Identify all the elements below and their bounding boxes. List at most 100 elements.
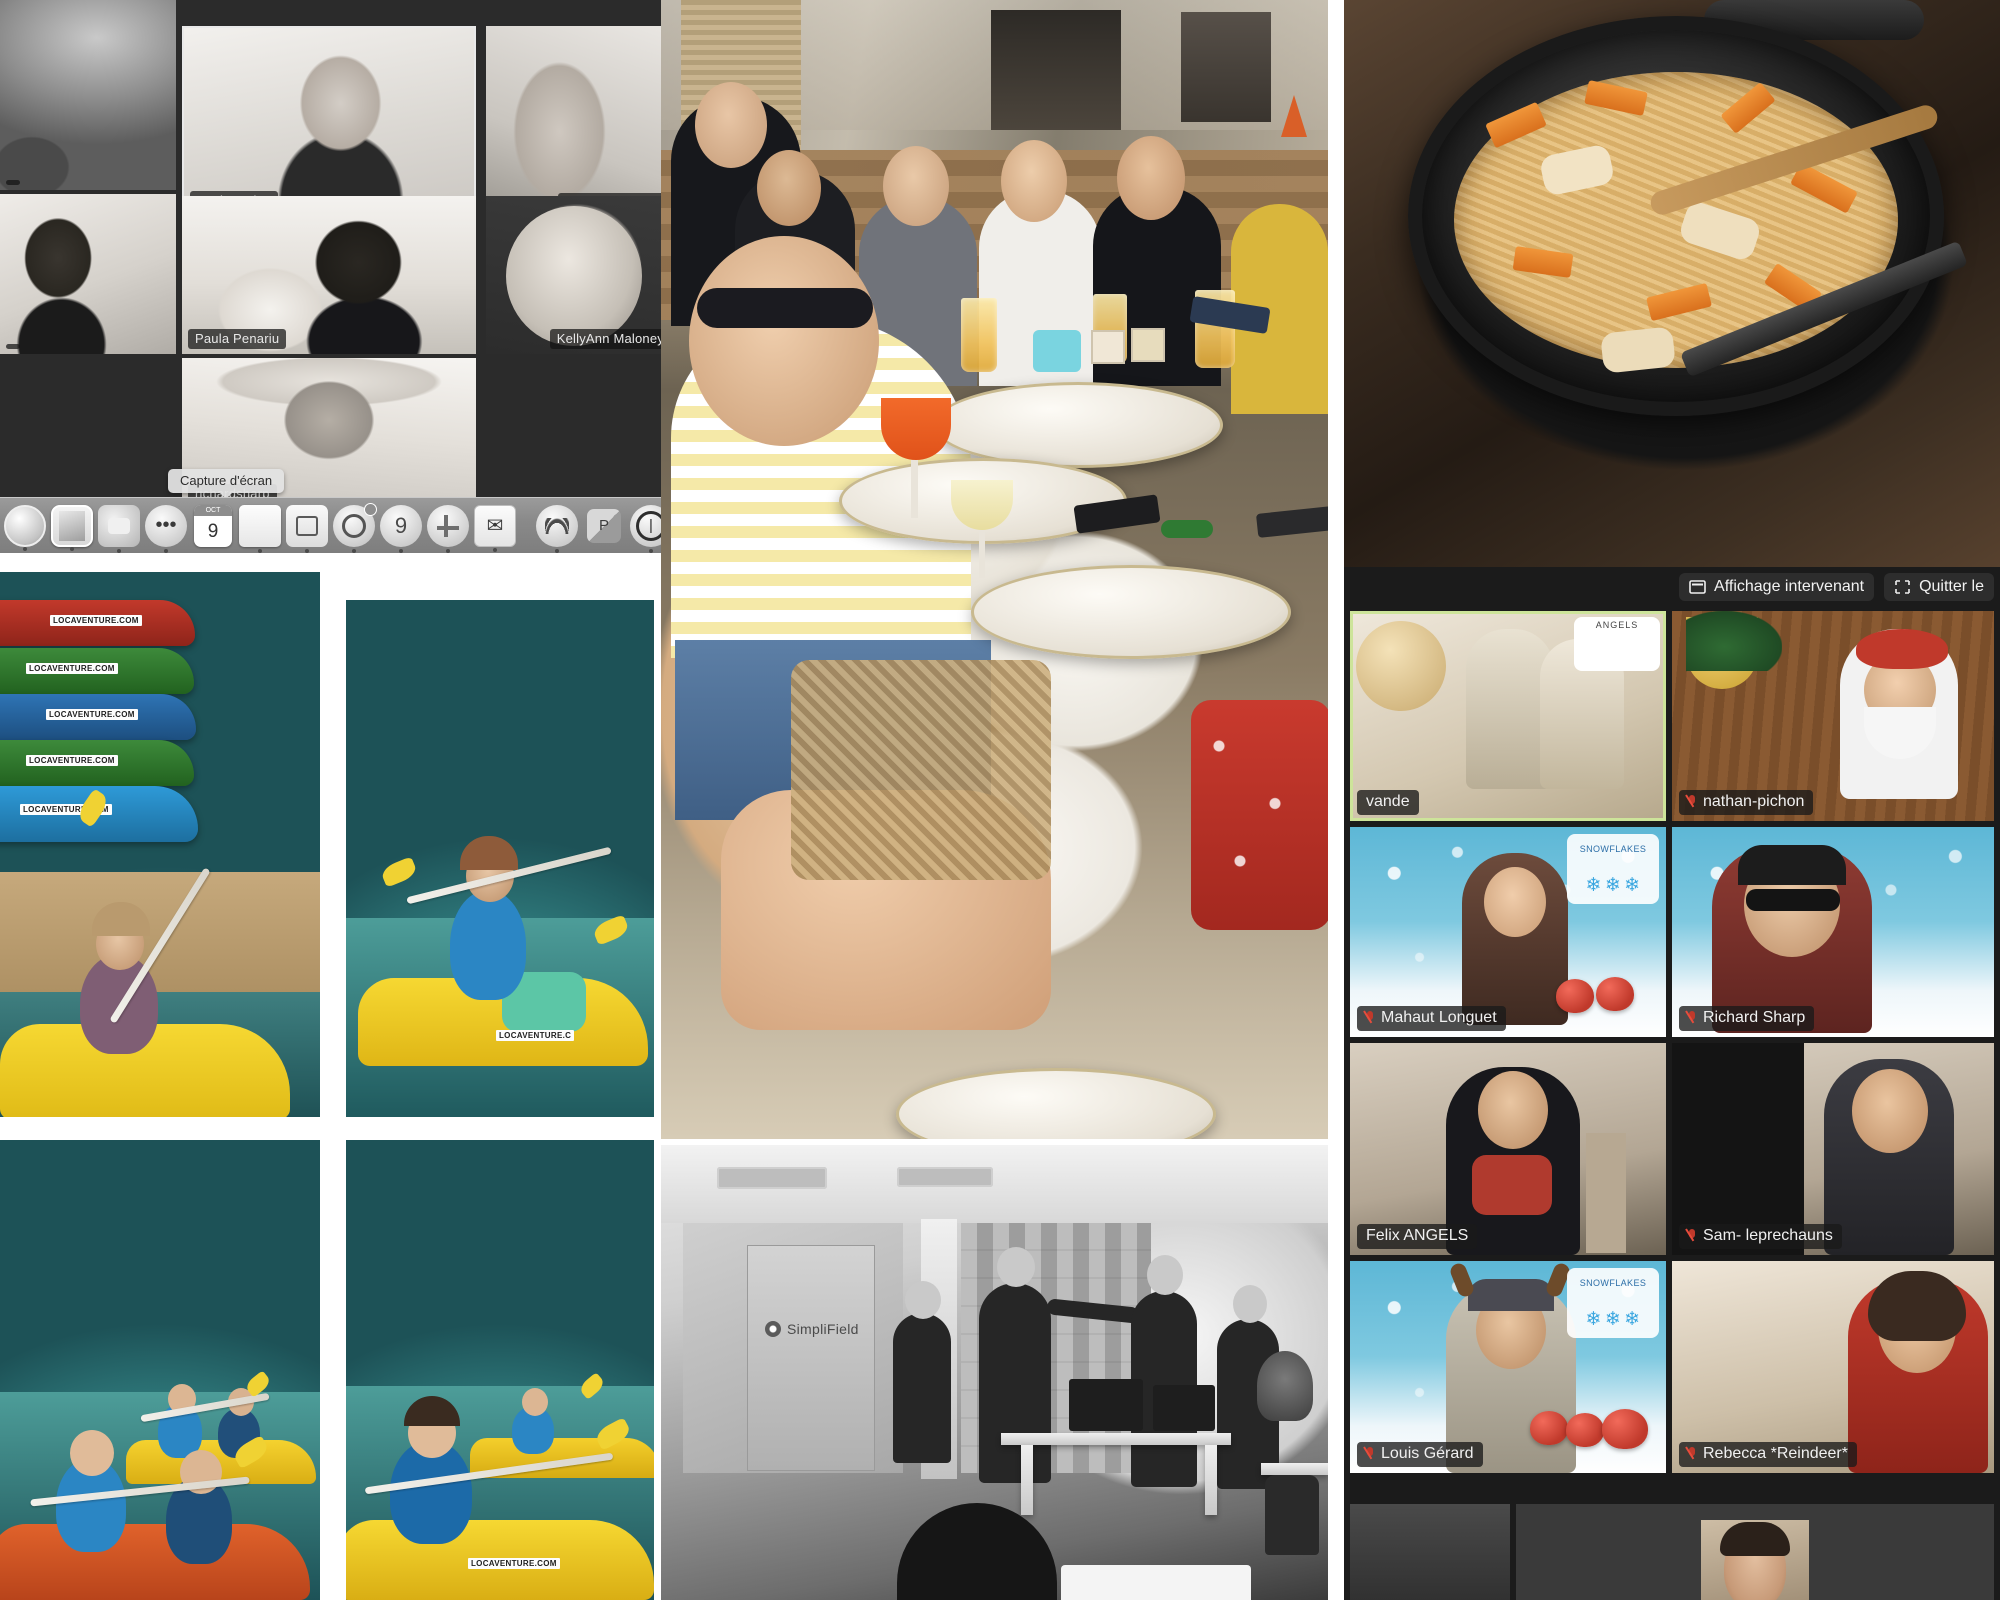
calendar-icon[interactable]: OCT 9	[192, 504, 234, 547]
snowball	[1556, 979, 1594, 1013]
foreground-person	[897, 1503, 1057, 1600]
plant	[1257, 1351, 1313, 1421]
badge-label: SNOWFLAKES	[1579, 1277, 1647, 1288]
zoom-tile-name-label: Mahaut Longuet	[1381, 1009, 1497, 1026]
snowflakes-badge: SNOWFLAKES ❄ ❄ ❄	[1567, 1268, 1659, 1338]
grid-icon	[1689, 579, 1706, 595]
zoom-tile-landscape[interactable]	[0, 0, 176, 190]
zoom-tile-name-label: Felix ANGELS	[1366, 1227, 1469, 1244]
face	[1484, 867, 1546, 937]
beer-glass	[961, 298, 997, 372]
snack-glass	[1131, 328, 1165, 362]
safari-icon[interactable]	[4, 504, 46, 547]
zoom-tile-name: vande	[1357, 790, 1419, 815]
zoom-tile-young-man[interactable]	[0, 194, 176, 354]
kayak-brand-label: LOCAVENTURE.C	[496, 1030, 575, 1041]
gutter	[1328, 0, 1344, 1600]
kayak-green: LOCAVENTURE.COM	[0, 648, 194, 694]
zoom-birthday-screenshot: mariemerien Emilie Johnston Paula Penari…	[0, 0, 661, 553]
zoom-tile-vande[interactable]: ANGELS vande	[1350, 611, 1666, 821]
gutter	[0, 1117, 661, 1140]
foreground-table	[1061, 1565, 1251, 1600]
person-4-head	[1001, 140, 1067, 222]
zoom-tile-name: Felix ANGELS	[1357, 1224, 1478, 1249]
screenshot-icon[interactable]	[286, 504, 328, 547]
zoom-tile-name	[6, 344, 20, 349]
speaker-view-button[interactable]: Affichage intervenant	[1679, 573, 1875, 601]
person-2-head	[757, 150, 821, 226]
smartphone	[1255, 506, 1328, 538]
gutter	[661, 1139, 1328, 1145]
ceiling-vent	[897, 1167, 993, 1187]
zoom-tile-name-label: Rebecca *Reindeer*	[1703, 1445, 1848, 1462]
onepassword-icon[interactable]: |	[630, 504, 661, 547]
zoom-tile-name: KellyAnn Maloney	[549, 329, 661, 349]
photos-icon[interactable]	[51, 504, 93, 547]
zoom-tile-partial[interactable]	[1350, 1504, 1510, 1600]
monitor	[1069, 1379, 1143, 1431]
zoom-tile-nathan-pichon[interactable]: nathan-pichon	[1672, 611, 1994, 821]
kayak-brand-label: LOCAVENTURE.COM	[26, 663, 118, 674]
badge-label: SNOWFLAKES	[1579, 843, 1647, 854]
spotify-icon[interactable]	[536, 504, 578, 547]
leave-fullscreen-button[interactable]: Quitter le	[1884, 573, 1994, 601]
orange-kayak	[0, 1524, 310, 1600]
desk	[1001, 1433, 1231, 1445]
desk-leg	[1205, 1445, 1217, 1515]
zoom-christmas-screenshot: Affichage intervenant Quitter le ANGELS	[1344, 567, 2000, 1600]
zoom-tile-paula-penariu[interactable]: Paula Penariu	[182, 196, 476, 354]
kayak-photo-2: LOCAVENTURE.C	[346, 600, 654, 1117]
wok-noodles-photo	[1344, 0, 2000, 567]
zoom-tile-name-label: Richard Sharp	[1703, 1009, 1806, 1026]
paddler-body	[450, 890, 526, 1000]
notes-icon[interactable]	[239, 504, 281, 547]
person-head	[905, 1281, 941, 1319]
mute-icon	[1366, 1011, 1375, 1025]
kayak-brand-label: LOCAVENTURE.COM	[50, 615, 142, 626]
zoom-video-grid: mariemerien Emilie Johnston Paula Penari…	[0, 0, 661, 553]
mute-icon	[1688, 1229, 1697, 1243]
macos-dock[interactable]: ••• OCT 9 9 ✉ P |	[0, 497, 661, 553]
hair	[1720, 1522, 1790, 1556]
sketch-icon[interactable]: 9	[380, 504, 422, 547]
slack-icon[interactable]	[427, 504, 469, 547]
person-head	[1233, 1285, 1267, 1323]
kayak-photo-1: LOCAVENTURE.COM LOCAVENTURE.COM LOCAVENT…	[0, 572, 320, 1117]
zoom-tile-emilie-johnston[interactable]: Emilie Johnston	[486, 26, 661, 218]
face	[1478, 1071, 1548, 1149]
shop-doorway	[1181, 12, 1271, 122]
gutter	[654, 553, 661, 1600]
zoom-tile-sam-leprechauns[interactable]: Sam- leprechauns	[1672, 1043, 1994, 1255]
zoom-tile-partial-selfie[interactable]	[1516, 1504, 1994, 1600]
zoom-tile-name	[6, 180, 20, 185]
zoom-tile-felix-angels[interactable]: Felix ANGELS	[1350, 1043, 1666, 1255]
snowball	[1530, 1411, 1568, 1445]
office-photo: SimpliField	[661, 1145, 1328, 1600]
zoom-tile-rebecca-reindeer[interactable]: Rebecca *Reindeer*	[1672, 1261, 1994, 1473]
finder-green-icon[interactable]	[98, 504, 140, 547]
messages-icon[interactable]: •••	[145, 504, 187, 547]
person-left-head	[695, 82, 767, 168]
office-chair	[1265, 1475, 1319, 1555]
zoom-tile-name: Richard Sharp	[1679, 1006, 1815, 1031]
cafe-table	[971, 565, 1291, 659]
chicken-piece	[1600, 326, 1676, 374]
mute-icon	[1688, 1011, 1697, 1025]
person-5-head	[1117, 136, 1185, 220]
zoom-tile-name: nathan-pichon	[1679, 790, 1814, 815]
zoom-tile-richard-sharp[interactable]: Richard Sharp	[1672, 827, 1994, 1037]
mail-icon[interactable]: ✉	[474, 504, 516, 547]
zoom-tile-kellyann-maloney[interactable]: KellyAnn Maloney	[486, 196, 661, 354]
zoom-tile-louis-gerard[interactable]: SNOWFLAKES ❄ ❄ ❄ Louis Gérard	[1350, 1261, 1666, 1473]
zoom-tile-mariemerien[interactable]: mariemerien	[182, 26, 476, 218]
zoom-tile-name-label: vande	[1366, 793, 1410, 810]
sunglasses	[1746, 889, 1840, 911]
gutter	[320, 553, 346, 1600]
spritz-stem	[911, 460, 918, 518]
zoom-tile-mahaut-longuet[interactable]: SNOWFLAKES ❄ ❄ ❄ Mahaut Longuet	[1350, 827, 1666, 1037]
preferences-icon[interactable]	[333, 502, 377, 547]
zoom-tile-name: Paula Penariu	[188, 329, 287, 349]
powerpoint-icon[interactable]: P	[583, 505, 625, 547]
zoom-tile-name-label: Louis Gérard	[1381, 1445, 1474, 1462]
mute-icon	[1366, 1447, 1375, 1461]
